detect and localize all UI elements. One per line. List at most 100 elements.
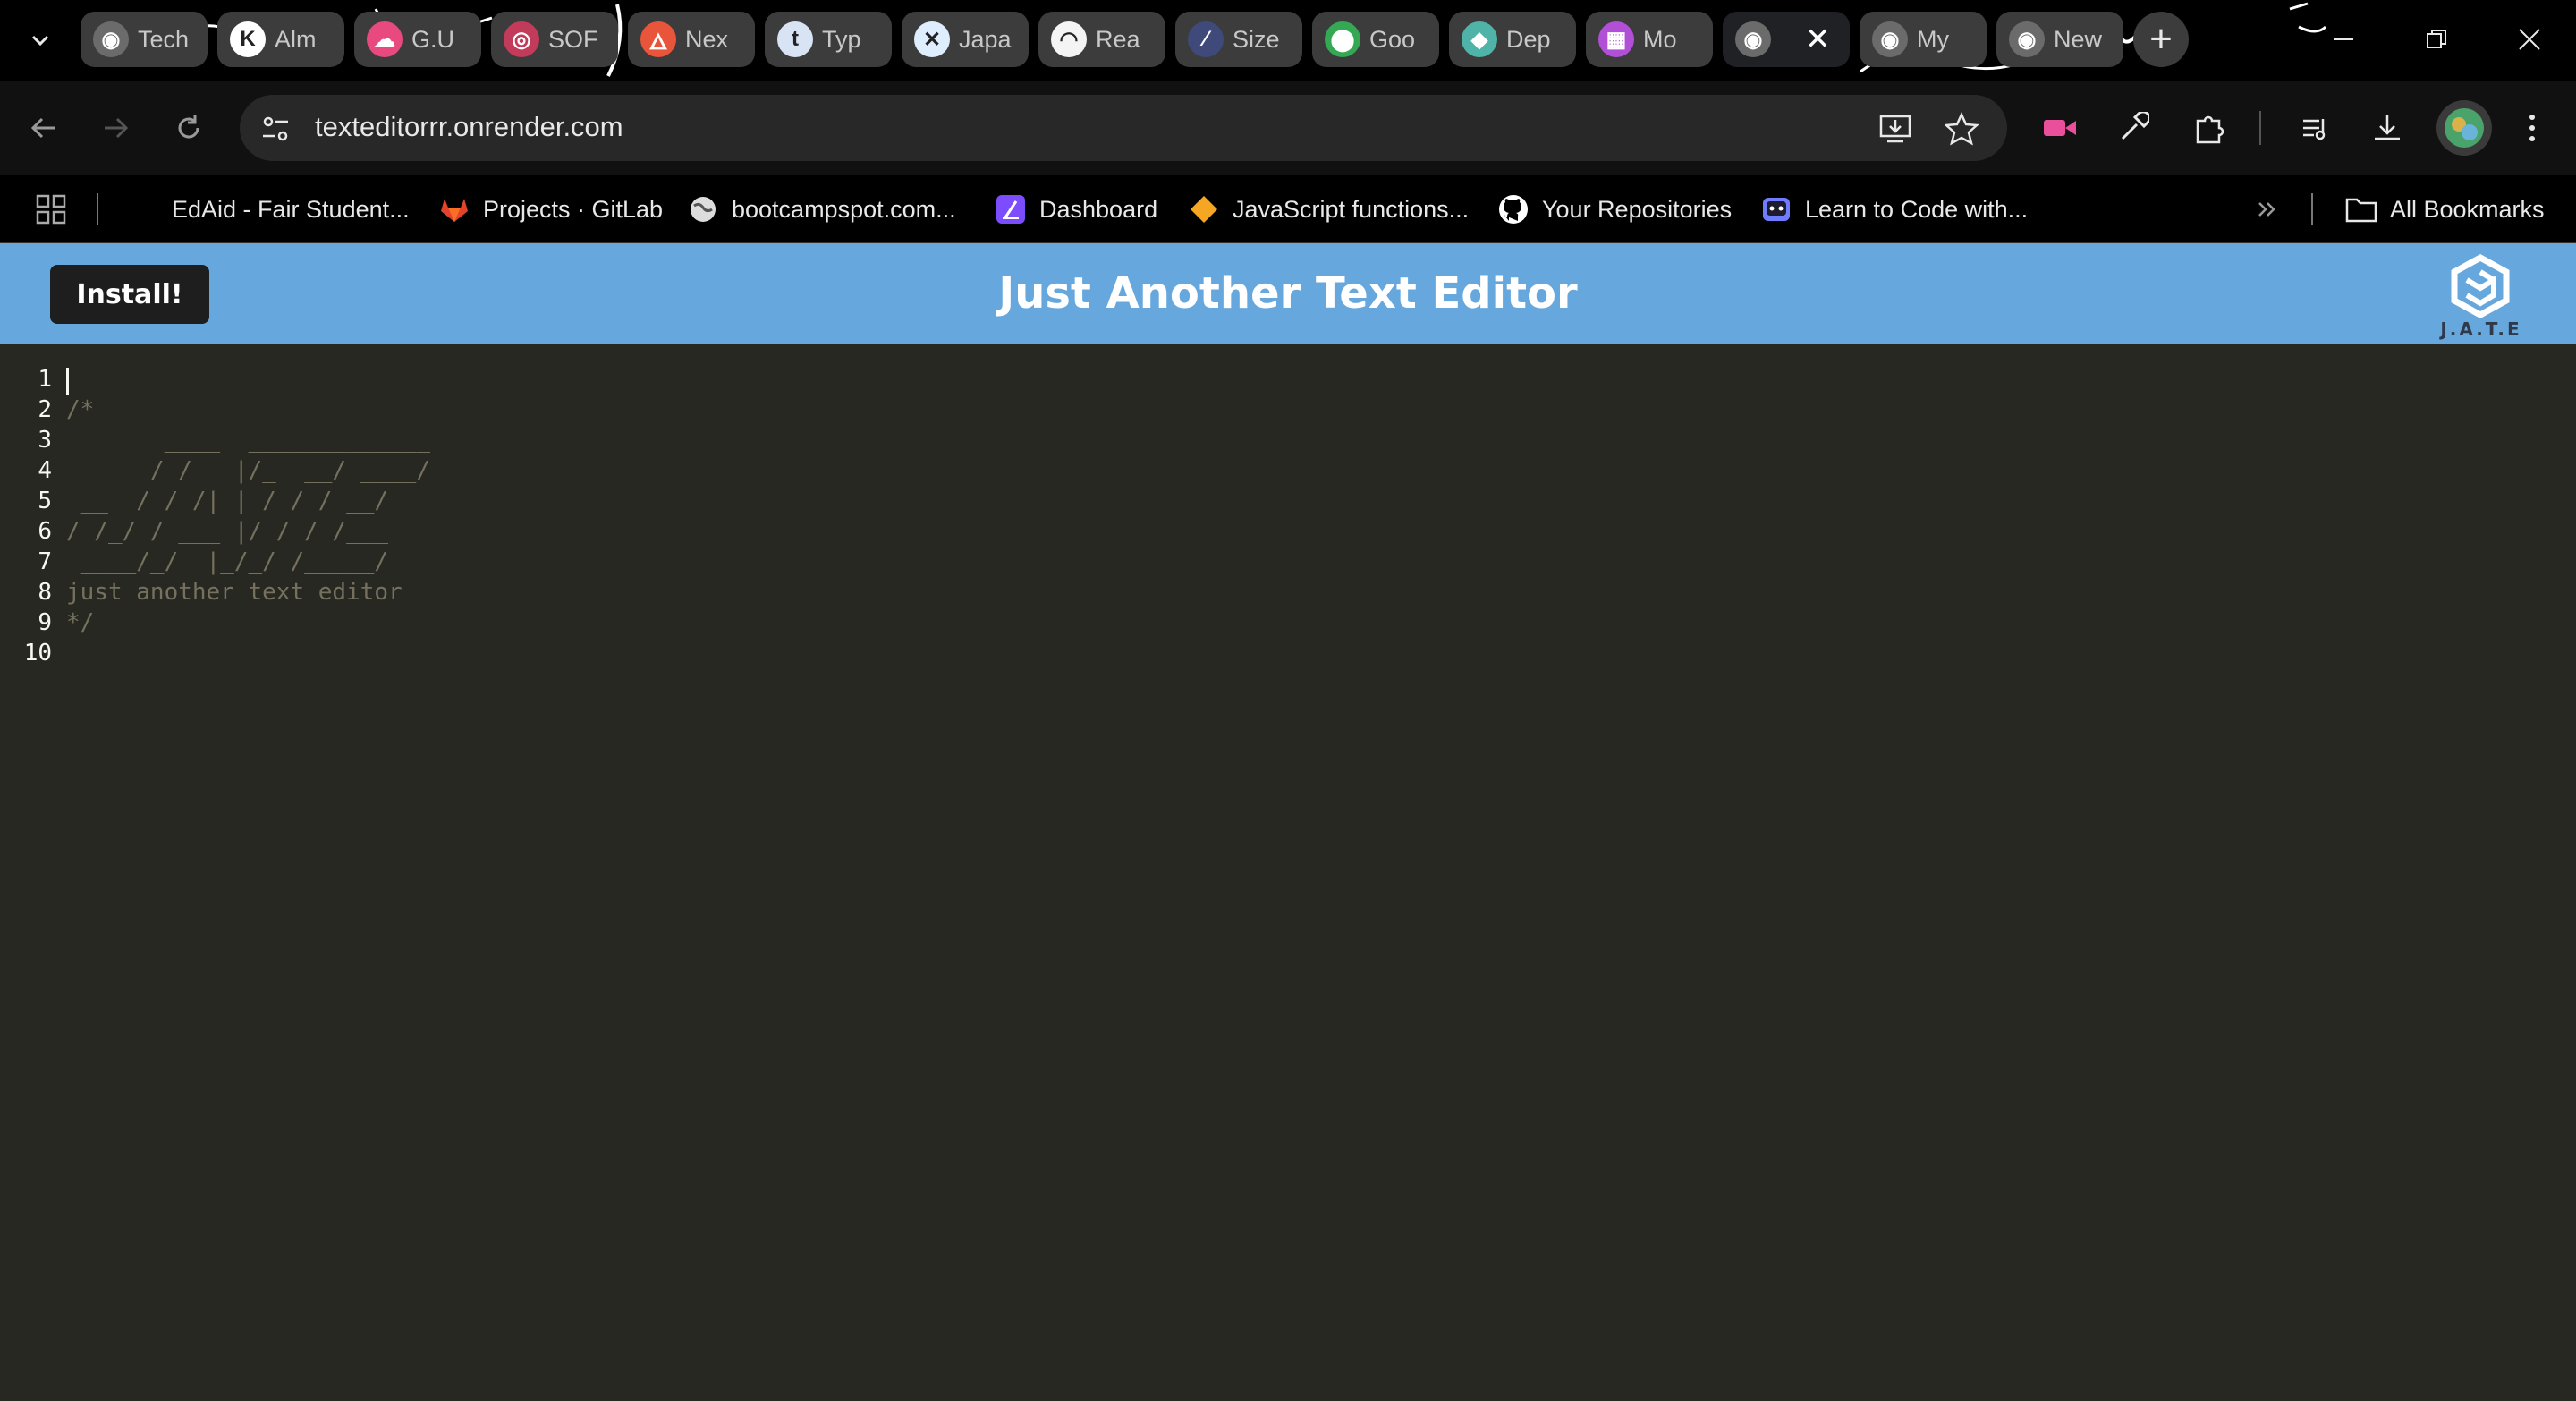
- robot-icon: [1760, 193, 1792, 225]
- browser-tab[interactable]: ▦ Mo: [1586, 12, 1713, 67]
- site-info-icon[interactable]: [259, 113, 292, 145]
- editor-line[interactable]: 2 /*: [0, 395, 94, 425]
- tab-title: Size: [1233, 25, 1280, 53]
- browser-menu-button[interactable]: [2510, 106, 2555, 150]
- tab-title: My: [1917, 25, 1949, 53]
- reading-list-button[interactable]: [2293, 106, 2338, 150]
- minimize-button[interactable]: [2308, 14, 2379, 64]
- k-logo-icon: K: [230, 21, 266, 57]
- editor-line[interactable]: 3 ____ _____________: [0, 425, 430, 455]
- install-app-icon[interactable]: [1878, 113, 1914, 145]
- all-bookmarks-label: All Bookmarks: [2390, 195, 2545, 223]
- line-number: 10: [23, 640, 52, 667]
- editor-line[interactable]: 8 just another text editor: [0, 577, 402, 607]
- extension-video-button[interactable]: [2038, 106, 2082, 150]
- restore-icon: [2427, 30, 2446, 48]
- editor-line[interactable]: 5 __ / / /| | / / / __/: [0, 486, 388, 516]
- browser-tab[interactable]: ✕ Japa: [902, 12, 1029, 67]
- bookmark-label: JavaScript functions...: [1233, 195, 1470, 223]
- reload-button[interactable]: [166, 106, 211, 150]
- browser-tab[interactable]: ◆ Dep: [1449, 12, 1576, 67]
- browser-tab[interactable]: ☁ G.U: [354, 12, 481, 67]
- close-tab-icon[interactable]: ✕: [1805, 21, 1831, 57]
- browser-tab[interactable]: ◉ My: [1860, 12, 1987, 67]
- address-bar[interactable]: texteditorrr.onrender.com: [240, 95, 2007, 161]
- code-editor[interactable]: 1 2/* 3 ____ _____________ 4 / / |/_ __/ __…: [0, 344, 2576, 1401]
- line-number: 2: [38, 396, 52, 423]
- bookmark-label: Your Repositories: [1542, 195, 1733, 223]
- line-number: 5: [38, 488, 52, 514]
- forward-button[interactable]: [93, 106, 138, 150]
- profile-avatar[interactable]: [2436, 100, 2492, 156]
- close-icon: [2519, 29, 2540, 50]
- cloud-icon: ☁: [367, 21, 402, 57]
- browser-tab[interactable]: 🜂 Nex: [628, 12, 755, 67]
- bookmark-edaid[interactable]: EdAid - Fair Student...: [172, 191, 410, 227]
- bookmark-learn-to-code[interactable]: Learn to Code with...: [1760, 191, 2028, 227]
- eyedropper-icon: [2121, 112, 2149, 140]
- reload-icon: [178, 115, 199, 139]
- circle-badge-icon: ◎: [504, 21, 539, 57]
- bookmark-gitlab[interactable]: Projects · GitLab: [438, 191, 663, 227]
- bookmark-bootcampspot[interactable]: bootcampspot.com...: [687, 191, 956, 227]
- restore-button[interactable]: [2401, 14, 2472, 64]
- minimize-icon: [2334, 38, 2353, 40]
- bookmarks-overflow-button[interactable]: [2254, 191, 2281, 227]
- tab-title: Tech: [138, 25, 190, 53]
- extension-eyedropper-button[interactable]: [2111, 106, 2156, 150]
- bookmark-javascript-functions[interactable]: JavaScript functions...: [1188, 191, 1469, 227]
- browser-tab[interactable]: ⁄ Size: [1175, 12, 1302, 67]
- browser-tab[interactable]: ⬤ Goo: [1312, 12, 1439, 67]
- editor-line[interactable]: 9 */: [0, 607, 94, 638]
- downloads-button[interactable]: [2365, 106, 2410, 150]
- close-window-button[interactable]: [2494, 14, 2565, 64]
- maps-pin-icon: ⬤: [1325, 21, 1360, 57]
- editor-line[interactable]: 10: [0, 638, 52, 668]
- bookmark-label: bootcampspot.com...: [732, 195, 956, 223]
- tab-title: Nex: [685, 25, 729, 53]
- browser-tab[interactable]: ◠ Rea: [1038, 12, 1165, 67]
- app-title: Just Another Text Editor: [998, 268, 1578, 318]
- line-number: 7: [38, 548, 52, 575]
- bookmark-label: Projects · GitLab: [483, 195, 664, 223]
- code-text: just another text editor: [66, 579, 402, 606]
- browser-tab[interactable]: ◉ New: [1996, 12, 2123, 67]
- code-text: __ / / /| | / / / __/: [66, 488, 389, 514]
- apps-grid-button[interactable]: [36, 191, 66, 227]
- bookmark-label: Learn to Code with...: [1805, 195, 2029, 223]
- line-number: 9: [38, 609, 52, 636]
- toolbar-divider: [2259, 111, 2261, 145]
- editor-line[interactable]: 7 ____/_/ |_/_/ /_____/: [0, 547, 388, 577]
- browser-tab[interactable]: K Alm: [217, 12, 344, 67]
- new-tab-button[interactable]: +: [2133, 12, 2189, 67]
- code-text: / / |/_ __/ ____/: [66, 457, 430, 484]
- browser-tab[interactable]: ◉ Tech: [80, 12, 208, 67]
- url-text: texteditorrr.onrender.com: [315, 111, 623, 142]
- bookmark-star-icon[interactable]: [1945, 112, 1979, 146]
- bookmark-dashboard[interactable]: Dashboard: [995, 191, 1157, 227]
- tab-title: Rea: [1096, 25, 1140, 53]
- tab-search-dropdown[interactable]: [18, 18, 63, 63]
- all-bookmarks-button[interactable]: All Bookmarks: [2345, 191, 2545, 227]
- flame-icon: 🜂: [640, 21, 676, 57]
- bookmark-your-repositories[interactable]: Your Repositories: [1497, 191, 1732, 227]
- arrow-right-icon: [105, 117, 129, 139]
- extensions-button[interactable]: [2186, 106, 2231, 150]
- kebab-menu-icon: [2529, 115, 2535, 141]
- browser-tab[interactable]: ◉ ✕: [1723, 12, 1850, 67]
- editor-line[interactable]: 6 / /_/ / ___ |/ / / /___: [0, 516, 388, 547]
- browser-tab-strip: ◉ Tech K Alm ☁ G.U ◎ SOF 🜂 Nex t Typ ✕ Japa ◠ Rea ⁄ Size ⬤…: [0, 0, 2576, 81]
- browser-tab[interactable]: t Typ: [765, 12, 892, 67]
- code-text: / /_/ / ___ |/ / / /___: [66, 518, 389, 545]
- back-button[interactable]: [21, 106, 66, 150]
- globe-icon: ◉: [2009, 21, 2045, 57]
- gitlab-icon: [438, 193, 470, 225]
- browser-tab[interactable]: ◎ SOF: [491, 12, 618, 67]
- globe-icon: ◉: [93, 21, 129, 57]
- editor-line[interactable]: 1: [0, 364, 69, 395]
- editor-line[interactable]: 4 / / |/_ __/ ____/: [0, 455, 430, 486]
- tab-title: Mo: [1643, 25, 1677, 53]
- media-list-icon: [2303, 119, 2326, 140]
- line-number: 1: [38, 366, 52, 393]
- tab-title: SOF: [548, 25, 598, 53]
